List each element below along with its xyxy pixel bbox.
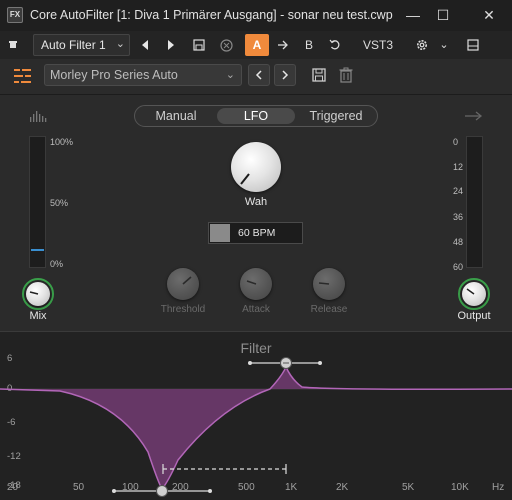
filter-panel: Filter 6 0 -6 -12 -18 20 50 100 200 500 … (0, 331, 512, 500)
mix-knob[interactable] (26, 282, 50, 306)
mix-label: Mix (29, 310, 47, 322)
low-width-left-handle (112, 489, 116, 493)
output-scale-60: 60 (453, 262, 464, 272)
mix-scale-0: 0% (50, 259, 64, 269)
trash-icon[interactable] (339, 67, 353, 83)
mix-scale-100: 100% (50, 137, 74, 147)
peak-width-left-handle (248, 361, 252, 365)
host-preset-dropdown[interactable]: Auto Filter 1 ⌄ (33, 34, 130, 56)
previous-preset-button[interactable] (248, 64, 270, 86)
output-scale-36: 36 (453, 212, 464, 222)
bpm-value: 60 BPM (238, 227, 276, 239)
output-knob[interactable] (462, 282, 486, 306)
preset-name: Morley Pro Series Auto (50, 68, 178, 82)
host-toolbar: Auto Filter 1 ⌄ A B VST3 ⌄ (0, 31, 512, 59)
output-scale-24: 24 (453, 186, 464, 196)
delete-preset-icon[interactable] (217, 35, 235, 55)
output-scale-0: 0 (453, 137, 459, 147)
attack-label: Attack (242, 304, 270, 315)
chevron-down-icon: ⌄ (115, 38, 125, 50)
minimize-button[interactable]: — (398, 0, 428, 31)
layout-icon[interactable] (464, 35, 482, 55)
filter-response-curve (0, 365, 512, 491)
filter-graph[interactable] (0, 332, 512, 500)
wah-label: Wah (244, 196, 268, 208)
attack-knob[interactable] (240, 268, 272, 300)
low-node-handle (156, 485, 168, 497)
low-width-right-handle (208, 489, 212, 493)
filter-x-label-100: 100 (122, 482, 139, 493)
filter-x-label-hz: Hz (492, 482, 505, 493)
mode-switch: Manual LFO Triggered (134, 105, 378, 127)
mix-level-indicator (31, 249, 44, 251)
filter-x-label-200: 200 (172, 482, 189, 493)
fx-app-icon: FX (7, 7, 23, 23)
mode-triggered[interactable]: Triggered (299, 108, 373, 124)
bpm-field[interactable]: 60 BPM (208, 222, 303, 244)
gear-icon[interactable] (412, 35, 432, 55)
settings-chevron-icon[interactable]: ⌄ (436, 35, 452, 55)
ab-a-button[interactable]: A (245, 34, 269, 56)
undo-icon[interactable] (327, 35, 343, 55)
bars-icon (29, 109, 47, 122)
plugin-header: Morley Pro Series Auto ⌄ (0, 59, 512, 95)
title-bar: FX Core AutoFilter [1: Diva 1 Primärer A… (0, 0, 512, 31)
window-title: Core AutoFilter [1: Diva 1 Primärer Ausg… (30, 8, 393, 22)
wah-knob[interactable] (231, 142, 281, 192)
save-icon[interactable] (312, 68, 326, 82)
output-meter (466, 136, 483, 268)
output-scale-48: 48 (453, 237, 464, 247)
filter-x-label-5k: 5K (402, 482, 415, 493)
filter-x-label-50: 50 (73, 482, 85, 493)
ab-b-button[interactable]: B (301, 35, 317, 55)
mode-manual[interactable]: Manual (141, 108, 211, 124)
mix-scale-50: 50% (50, 198, 69, 208)
copy-arrow-icon[interactable] (275, 35, 291, 55)
host-preset-label: Auto Filter 1 (41, 38, 106, 52)
previous-preset-icon[interactable] (137, 35, 153, 55)
pin-icon[interactable] (5, 35, 21, 55)
preset-selector[interactable]: Morley Pro Series Auto ⌄ (44, 64, 242, 86)
filter-response-fill (0, 367, 512, 489)
close-button[interactable]: ✕ (474, 0, 504, 31)
main-panel: Manual LFO Triggered 100% 50% 0% Mix Wah… (0, 96, 512, 331)
peak-width-right-handle (318, 361, 322, 365)
threshold-knob[interactable] (167, 268, 199, 300)
next-preset-button[interactable] (274, 64, 296, 86)
mix-meter[interactable] (29, 136, 46, 268)
maximize-button[interactable]: ☐ (428, 0, 458, 31)
next-preset-icon[interactable] (163, 35, 179, 55)
release-label: Release (310, 304, 348, 315)
filter-x-label-2k: 2K (336, 482, 349, 493)
filter-x-label-10k: 10K (451, 482, 469, 493)
output-label: Output (457, 310, 491, 322)
threshold-label: Threshold (160, 304, 206, 315)
mode-lfo[interactable]: LFO (217, 108, 295, 124)
save-icon[interactable] (190, 35, 208, 55)
plugin-format-label: VST3 (362, 38, 393, 52)
menu-icon[interactable] (14, 68, 32, 84)
release-knob[interactable] (313, 268, 345, 300)
output-scale-12: 12 (453, 162, 464, 172)
filter-x-label-20: 20 (7, 482, 19, 493)
output-arrow-icon (464, 109, 484, 121)
filter-x-label-500: 500 (238, 482, 255, 493)
chevron-down-icon: ⌄ (225, 69, 235, 81)
filter-x-label-1k: 1K (285, 482, 298, 493)
bpm-swatch (210, 224, 230, 242)
